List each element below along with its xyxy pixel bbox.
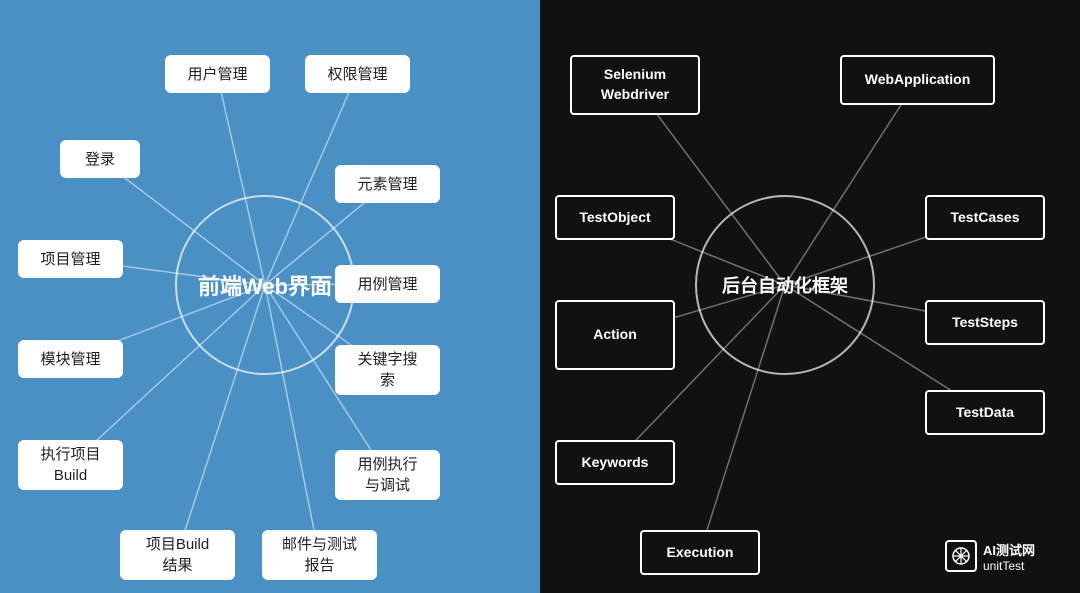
node-perm-mgmt: 权限管理 [305,55,410,93]
logo-icon [945,540,977,572]
logo-svg [951,546,971,566]
node-exec-build: 执行项目Build [18,440,123,490]
logo-box: AI测试网 unitTest [925,530,1055,582]
node-execution: Execution [640,530,760,575]
node-testdata: TestData [925,390,1045,435]
node-proj-mgmt: 项目管理 [18,240,123,278]
node-elem-mgmt: 元素管理 [335,165,440,203]
right-panel: 后台自动化框架 SeleniumWebdriver WebApplication… [540,0,1080,593]
main-container: 前端Web界面 用户管理 权限管理 登录 元素管理 项目管理 用例管理 模块管理 [0,0,1080,593]
node-module-mgmt: 模块管理 [18,340,123,378]
node-email-report: 邮件与测试报告 [262,530,377,580]
node-webapp: WebApplication [840,55,995,105]
node-keyword-search: 关键字搜索 [335,345,440,395]
node-teststeps: TestSteps [925,300,1045,345]
right-circle-label: 后台自动化框架 [722,272,848,298]
node-testcases: TestCases [925,195,1045,240]
logo-line1: AI测试网 [983,540,1035,559]
left-circle: 前端Web界面 [175,195,355,375]
node-case-exec: 用例执行与调试 [335,450,440,500]
logo-text-block: AI测试网 unitTest [983,540,1035,573]
left-panel: 前端Web界面 用户管理 权限管理 登录 元素管理 项目管理 用例管理 模块管理 [0,0,540,593]
node-action: Action [555,300,675,370]
node-keywords: Keywords [555,440,675,485]
right-circle: 后台自动化框架 [695,195,875,375]
node-selenium: SeleniumWebdriver [570,55,700,115]
logo-line2: unitTest [983,559,1035,573]
node-build-result: 项目Build结果 [120,530,235,580]
node-testobj: TestObject [555,195,675,240]
left-circle-label: 前端Web界面 [198,269,332,301]
node-login: 登录 [60,140,140,178]
node-user-mgmt: 用户管理 [165,55,270,93]
node-case-mgmt: 用例管理 [335,265,440,303]
